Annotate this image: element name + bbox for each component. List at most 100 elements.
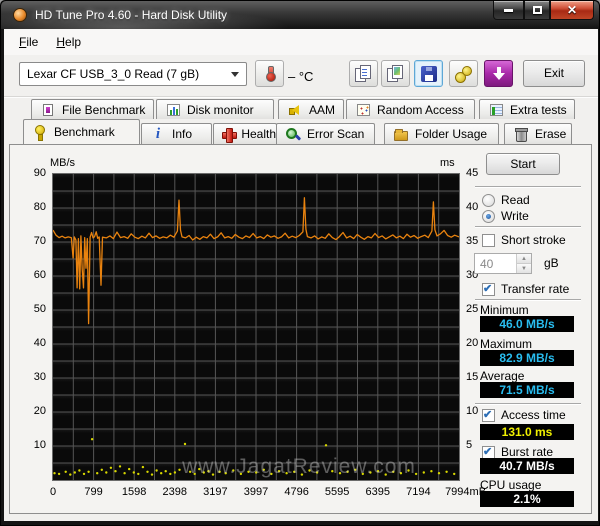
disk-monitor-icon bbox=[165, 103, 181, 117]
ytick left-label: 20 bbox=[33, 405, 46, 417]
y-right-axis-title: ms bbox=[440, 157, 455, 169]
ytick left-label: 10 bbox=[33, 439, 46, 451]
drive-selector-value: Lexar CF USB_3_0 Read (7 gB) bbox=[27, 67, 200, 81]
exit-button[interactable]: Exit bbox=[523, 60, 585, 87]
start-button[interactable]: Start bbox=[486, 153, 560, 175]
speaker-icon bbox=[287, 103, 303, 117]
tab-erase[interactable]: Erase bbox=[504, 123, 572, 144]
short-stroke-checkbox[interactable] bbox=[482, 233, 495, 247]
copy-image-button[interactable] bbox=[381, 60, 410, 87]
options-gears-icon bbox=[455, 65, 472, 83]
maximum-value: 82.9 MB/s bbox=[480, 350, 574, 366]
cpu-usage-value: 2.1% bbox=[480, 491, 574, 507]
save-button[interactable] bbox=[414, 60, 443, 87]
maximum-label: Maximum bbox=[480, 337, 533, 351]
access-time-label: Access time bbox=[501, 408, 566, 422]
separator bbox=[475, 186, 581, 187]
download-arrow-icon bbox=[492, 66, 506, 81]
thermometer-icon bbox=[265, 65, 276, 82]
menu-bar: File Help bbox=[4, 29, 598, 55]
y-left-axis-title: MB/s bbox=[50, 157, 76, 169]
write-label: Write bbox=[501, 209, 529, 223]
ytick-label: 25 bbox=[466, 303, 479, 315]
maximize-button[interactable] bbox=[524, 1, 550, 20]
ytick left-label: 70 bbox=[33, 235, 46, 247]
tab-random-access[interactable]: Random Access bbox=[346, 99, 475, 119]
access-time-row[interactable]: Access time bbox=[482, 408, 566, 422]
average-value: 71.5 MB/s bbox=[480, 382, 574, 398]
tab-info[interactable]: Info bbox=[141, 123, 212, 144]
app-window: HD Tune Pro 4.60 - Hard Disk Utility ✕ F… bbox=[0, 0, 600, 526]
update-button[interactable] bbox=[484, 60, 513, 87]
menu-help[interactable]: Help bbox=[47, 32, 90, 52]
benchmark-chart: www.JagatReview.com bbox=[52, 173, 460, 481]
health-cross-icon bbox=[222, 127, 238, 143]
spin-down-icon[interactable]: ▼ bbox=[517, 264, 531, 273]
write-radio-row[interactable]: Write bbox=[482, 209, 529, 223]
access-time-checkbox[interactable] bbox=[482, 408, 495, 422]
read-radio[interactable] bbox=[482, 193, 495, 207]
tab-folder-usage[interactable]: Folder Usage bbox=[384, 123, 499, 144]
ytick left-label: 50 bbox=[33, 303, 46, 315]
burst-rate-row[interactable]: Burst rate bbox=[482, 445, 553, 459]
average-label: Average bbox=[480, 369, 525, 383]
scatter-icon bbox=[355, 103, 371, 117]
copy-image-icon bbox=[387, 65, 404, 82]
close-icon: ✕ bbox=[566, 3, 578, 17]
xtick-label: 3997 bbox=[243, 486, 269, 498]
tab-disk-monitor[interactable]: Disk monitor bbox=[156, 99, 274, 119]
menu-file[interactable]: File bbox=[10, 32, 47, 52]
ytick left-label: 30 bbox=[33, 371, 46, 383]
drive-selector[interactable]: Lexar CF USB_3_0 Read (7 gB) bbox=[19, 62, 247, 86]
title-bar: HD Tune Pro 4.60 - Hard Disk Utility ✕ bbox=[1, 1, 599, 29]
separator bbox=[475, 403, 581, 404]
minimize-button[interactable] bbox=[493, 1, 524, 20]
xtick-label: 7194 bbox=[406, 486, 431, 498]
xtick-label: 1598 bbox=[121, 486, 147, 498]
transfer-rate-row[interactable]: Transfer rate bbox=[482, 282, 569, 296]
close-button[interactable]: ✕ bbox=[550, 1, 594, 20]
tab-file-benchmark[interactable]: File Benchmark bbox=[31, 99, 154, 119]
minimize-icon bbox=[504, 8, 513, 12]
xtick-label: 3197 bbox=[203, 486, 228, 498]
burst-rate-label: Burst rate bbox=[501, 445, 554, 459]
transfer-rate-label: Transfer rate bbox=[501, 282, 570, 296]
read-label: Read bbox=[501, 193, 530, 207]
ytick-label: 5 bbox=[466, 439, 473, 451]
save-icon bbox=[420, 65, 437, 82]
ytick-label: 45 bbox=[466, 167, 479, 179]
capacity-unit: gB bbox=[544, 256, 559, 270]
options-button[interactable] bbox=[449, 60, 478, 87]
tab-extra-tests[interactable]: Extra tests bbox=[479, 99, 575, 119]
maximize-icon bbox=[532, 6, 542, 14]
ytick-label: 15 bbox=[466, 371, 479, 383]
short-stroke-row[interactable]: Short stroke bbox=[482, 233, 566, 247]
folder-icon bbox=[393, 127, 409, 141]
watermark: www.JagatReview.com bbox=[182, 455, 416, 478]
app-icon bbox=[13, 8, 27, 22]
ytick left-label: 60 bbox=[33, 269, 46, 281]
minimum-label: Minimum bbox=[480, 303, 529, 317]
separator bbox=[475, 299, 581, 300]
ytick-label: 35 bbox=[466, 235, 479, 247]
short-stroke-label: Short stroke bbox=[501, 233, 566, 247]
tab-error-scan[interactable]: Error Scan bbox=[276, 123, 375, 144]
window-title: HD Tune Pro 4.60 - Hard Disk Utility bbox=[35, 8, 228, 22]
read-radio-row[interactable]: Read bbox=[482, 193, 530, 207]
toolbar: Lexar CF USB_3_0 Read (7 gB) – °C Exit bbox=[4, 55, 598, 97]
trash-icon bbox=[513, 127, 529, 142]
capacity-spinner[interactable]: 40 ▲ ▼ bbox=[474, 253, 532, 274]
gauge-icon bbox=[32, 125, 48, 141]
copy-text-button[interactable] bbox=[349, 60, 378, 87]
ytick-label: 40 bbox=[466, 201, 479, 213]
transfer-rate-checkbox[interactable] bbox=[482, 282, 495, 296]
write-radio[interactable] bbox=[482, 209, 495, 223]
burst-rate-checkbox[interactable] bbox=[482, 445, 495, 459]
tab-aam[interactable]: AAM bbox=[278, 99, 344, 119]
burst-rate-value: 40.7 MB/s bbox=[480, 458, 574, 474]
tab-benchmark[interactable]: Benchmark bbox=[23, 119, 140, 144]
cpu-usage-label: CPU usage bbox=[480, 478, 542, 492]
temperature-button[interactable] bbox=[255, 60, 284, 87]
spin-up-icon[interactable]: ▲ bbox=[517, 254, 531, 264]
tab-health[interactable]: Health bbox=[213, 123, 277, 144]
